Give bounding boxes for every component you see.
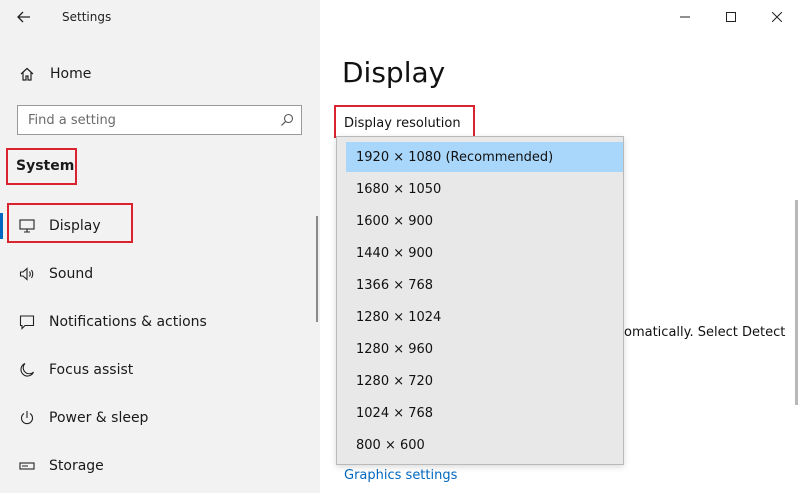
power-icon [14, 408, 40, 428]
sidebar-item-label: Focus assist [49, 362, 134, 378]
graphics-settings-link[interactable]: Graphics settings [344, 468, 457, 483]
resolution-option[interactable]: 1280 × 1024 [346, 302, 623, 332]
page-title: Display [342, 56, 446, 89]
content-scrollbar[interactable] [795, 200, 798, 405]
resolution-option[interactable]: 1280 × 960 [346, 334, 623, 364]
display-highlight-box [7, 203, 133, 243]
sidebar-item-power-sleep[interactable]: Power & sleep [12, 402, 302, 434]
sidebar-item-focus-assist[interactable]: Focus assist [12, 354, 302, 386]
notification-icon [14, 312, 40, 332]
sidebar-item-label: Storage [49, 458, 104, 474]
back-arrow-icon [17, 11, 30, 23]
resolution-option[interactable]: 800 × 600 [346, 430, 623, 460]
moon-icon [14, 360, 40, 380]
close-icon [772, 12, 782, 22]
sidebar-item-label: Notifications & actions [49, 314, 207, 330]
storage-icon [14, 456, 40, 476]
resolution-option[interactable]: 1680 × 1050 [346, 174, 623, 204]
sidebar-scrollbar[interactable] [316, 216, 318, 322]
nav-home[interactable]: Home [12, 60, 302, 88]
speaker-icon [14, 264, 40, 284]
home-icon [14, 64, 40, 84]
resolution-option[interactable]: 1440 × 900 [346, 238, 623, 268]
search-icon[interactable] [273, 113, 301, 127]
search-input[interactable] [18, 106, 273, 134]
resolution-option[interactable]: 1024 × 768 [346, 398, 623, 428]
app-title: Settings [62, 10, 112, 24]
active-indicator [0, 213, 3, 239]
resolution-option[interactable]: 1600 × 900 [346, 206, 623, 236]
close-button[interactable] [754, 0, 800, 34]
back-button[interactable] [10, 4, 38, 30]
resolution-option[interactable]: 1920 × 1080 (Recommended) [346, 142, 623, 172]
nav-home-label: Home [50, 66, 92, 82]
maximize-icon [726, 12, 736, 22]
sidebar-item-storage[interactable]: Storage [12, 450, 302, 482]
minimize-icon [680, 16, 690, 18]
resolution-dropdown-list[interactable]: 1920 × 1080 (Recommended) 1680 × 1050 16… [336, 136, 624, 465]
sidebar-item-label: Sound [49, 266, 94, 282]
detect-description-text: omatically. Select Detect [624, 325, 786, 340]
sidebar-item-notifications[interactable]: Notifications & actions [12, 306, 302, 338]
minimize-button[interactable] [662, 0, 708, 34]
resolution-option[interactable]: 1280 × 720 [346, 366, 623, 396]
search-box[interactable] [17, 105, 302, 135]
resolution-label: Display resolution [344, 116, 461, 131]
sidebar-item-label: Power & sleep [49, 410, 149, 426]
maximize-button[interactable] [708, 0, 754, 34]
resolution-option[interactable]: 1366 × 768 [346, 270, 623, 300]
sidebar-item-sound[interactable]: Sound [12, 258, 302, 290]
section-title: System [16, 158, 75, 174]
settings-sidebar: Settings Home System Display [0, 0, 320, 493]
